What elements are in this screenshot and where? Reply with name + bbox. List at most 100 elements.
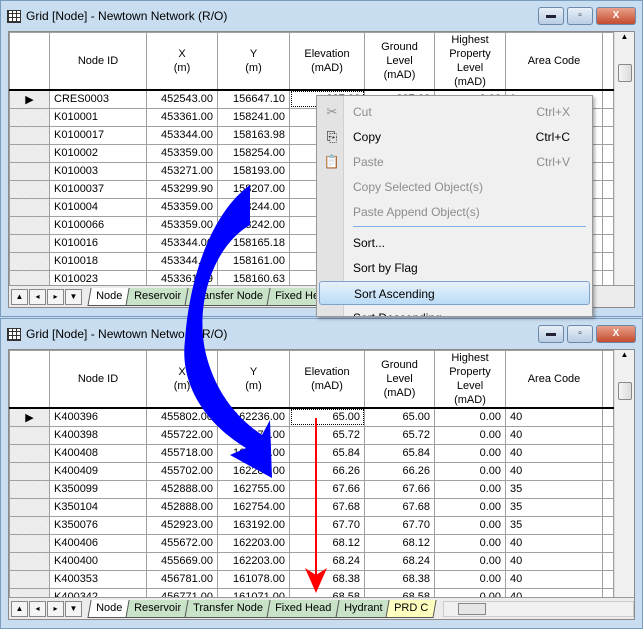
vertical-scrollbar[interactable]: ▲ bbox=[614, 32, 634, 285]
table-cell[interactable]: 453359.00 bbox=[146, 197, 218, 217]
table-cell[interactable]: K350099 bbox=[49, 479, 147, 499]
table-cell[interactable]: 158254.00 bbox=[217, 143, 290, 163]
table-cell[interactable]: 65.72 bbox=[364, 425, 435, 445]
table-cell[interactable]: K400406 bbox=[49, 533, 147, 553]
table-cell[interactable]: 65.00 bbox=[289, 407, 365, 427]
table-cell[interactable]: 40 bbox=[505, 461, 603, 481]
table-cell[interactable]: K350076 bbox=[49, 515, 147, 535]
table-cell[interactable]: 68.38 bbox=[289, 569, 365, 589]
table-cell[interactable]: K400396 bbox=[49, 407, 147, 427]
table-cell[interactable]: K400398 bbox=[49, 425, 147, 445]
row-header[interactable] bbox=[9, 497, 50, 517]
row-header[interactable] bbox=[9, 161, 50, 181]
table-cell[interactable]: 158165.18 bbox=[217, 233, 290, 253]
table-cell[interactable]: K0100037 bbox=[49, 179, 147, 199]
table-cell[interactable]: 162755.00 bbox=[217, 479, 290, 499]
row-header[interactable] bbox=[9, 251, 50, 271]
menu-item-copy-selected-object-s[interactable]: Copy Selected Object(s) bbox=[319, 175, 590, 199]
table-cell[interactable]: 161078.00 bbox=[217, 569, 290, 589]
vertical-scrollbar[interactable]: ▲ bbox=[614, 350, 634, 597]
column-header[interactable]: Area Code bbox=[505, 350, 603, 409]
table-cell[interactable]: 162270.00 bbox=[217, 425, 290, 445]
table-cell[interactable]: 156647.10 bbox=[217, 89, 290, 109]
last-tab-button[interactable]: ▼ bbox=[65, 600, 82, 617]
table-cell[interactable]: 453359.00 bbox=[146, 215, 218, 235]
table-cell[interactable]: 158163.98 bbox=[217, 125, 290, 145]
table-cell[interactable]: 68.12 bbox=[364, 533, 435, 553]
column-header[interactable]: Node ID bbox=[49, 32, 147, 91]
table-cell[interactable]: 67.68 bbox=[289, 497, 365, 517]
table-cell[interactable]: 66.26 bbox=[289, 461, 365, 481]
table-cell[interactable]: 65.84 bbox=[289, 443, 365, 463]
column-header[interactable]: X (m) bbox=[146, 32, 218, 91]
row-header[interactable] bbox=[9, 107, 50, 127]
first-tab-button[interactable]: ▲ bbox=[11, 288, 28, 305]
tab-node[interactable]: Node bbox=[87, 287, 131, 306]
minimize-button[interactable]: ▬ bbox=[538, 325, 564, 343]
table-cell[interactable]: 455722.00 bbox=[146, 425, 218, 445]
row-header[interactable]: ▶ bbox=[9, 407, 50, 427]
maximize-button[interactable]: ▫ bbox=[567, 7, 593, 25]
table-cell[interactable]: K010018 bbox=[49, 251, 147, 271]
column-header[interactable]: Ground Level (mAD) bbox=[364, 32, 435, 91]
column-header[interactable]: Elevation (mAD) bbox=[289, 32, 365, 91]
table-cell[interactable]: 455669.00 bbox=[146, 551, 218, 571]
table-cell[interactable]: 67.68 bbox=[364, 497, 435, 517]
column-header[interactable]: Area Code bbox=[505, 32, 603, 91]
table-cell[interactable]: 35 bbox=[505, 497, 603, 517]
table-cell[interactable]: 40 bbox=[505, 551, 603, 571]
table-cell[interactable]: K400400 bbox=[49, 551, 147, 571]
row-header[interactable] bbox=[9, 569, 50, 589]
column-header[interactable]: Ground Level (mAD) bbox=[364, 350, 435, 409]
table-cell[interactable]: 0.00 bbox=[434, 443, 506, 463]
table-cell[interactable]: 0.00 bbox=[434, 515, 506, 535]
scroll-thumb[interactable] bbox=[618, 382, 632, 400]
table-cell[interactable]: 65.72 bbox=[289, 425, 365, 445]
table-cell[interactable]: 65.84 bbox=[364, 443, 435, 463]
table-row[interactable]: K400408 455718.00 162272.00 65.84 65.84 0.00 4… bbox=[9, 443, 614, 463]
table-cell[interactable]: 158244.00 bbox=[217, 197, 290, 217]
prev-tab-button[interactable]: ◂ bbox=[29, 288, 46, 305]
column-header[interactable]: Y (m) bbox=[217, 350, 290, 409]
table-cell[interactable]: 158193.00 bbox=[217, 161, 290, 181]
table-cell[interactable]: CRES0003 bbox=[49, 89, 147, 109]
row-header[interactable] bbox=[9, 551, 50, 571]
table-cell[interactable]: 455718.00 bbox=[146, 443, 218, 463]
table-cell[interactable]: 35 bbox=[505, 479, 603, 499]
column-header[interactable]: X (m) bbox=[146, 350, 218, 409]
horizontal-scrollbar[interactable] bbox=[443, 600, 634, 617]
table-cell[interactable]: 158241.00 bbox=[217, 107, 290, 127]
table-cell[interactable]: K010016 bbox=[49, 233, 147, 253]
table-cell[interactable]: 158207.00 bbox=[217, 179, 290, 199]
table-cell[interactable]: 68.24 bbox=[289, 551, 365, 571]
table-cell[interactable]: 455802.00 bbox=[146, 407, 218, 427]
table-cell[interactable]: K350104 bbox=[49, 497, 147, 517]
first-tab-button[interactable]: ▲ bbox=[11, 600, 28, 617]
row-header[interactable] bbox=[9, 143, 50, 163]
tab-reservoir[interactable]: Reservoir bbox=[125, 599, 190, 618]
table-cell[interactable]: 0.00 bbox=[434, 461, 506, 481]
menu-item-sort-by-flag[interactable]: Sort by Flag bbox=[319, 256, 590, 280]
table-cell[interactable]: 67.70 bbox=[289, 515, 365, 535]
table-cell[interactable]: 455702.00 bbox=[146, 461, 218, 481]
table-cell[interactable]: 67.70 bbox=[364, 515, 435, 535]
column-header[interactable]: Highest Property Level (mAD) bbox=[434, 350, 506, 409]
row-header[interactable] bbox=[9, 197, 50, 217]
menu-item-sort[interactable]: Sort... bbox=[319, 231, 590, 255]
table-cell[interactable]: 453344.00 bbox=[146, 125, 218, 145]
table-cell[interactable]: 66.26 bbox=[364, 461, 435, 481]
table-cell[interactable]: 158161.00 bbox=[217, 251, 290, 271]
table-cell[interactable]: 40 bbox=[505, 407, 603, 427]
table-row[interactable]: K400400 455669.00 162203.00 68.24 68.24 0.00 4… bbox=[9, 551, 614, 571]
minimize-button[interactable]: ▬ bbox=[538, 7, 564, 25]
column-header[interactable]: Highest Property Level (mAD) bbox=[434, 32, 506, 91]
table-cell[interactable]: 0.00 bbox=[434, 425, 506, 445]
table-cell[interactable]: K400353 bbox=[49, 569, 147, 589]
menu-item-cut[interactable]: ✂ Cut Ctrl+X bbox=[319, 100, 590, 124]
table-cell[interactable]: K010002 bbox=[49, 143, 147, 163]
tab-prd-c[interactable]: PRD C bbox=[385, 599, 437, 618]
table-cell[interactable]: 40 bbox=[505, 533, 603, 553]
row-header[interactable]: ▶ bbox=[9, 89, 50, 109]
scroll-thumb[interactable] bbox=[618, 64, 632, 82]
table-cell[interactable]: 68.12 bbox=[289, 533, 365, 553]
